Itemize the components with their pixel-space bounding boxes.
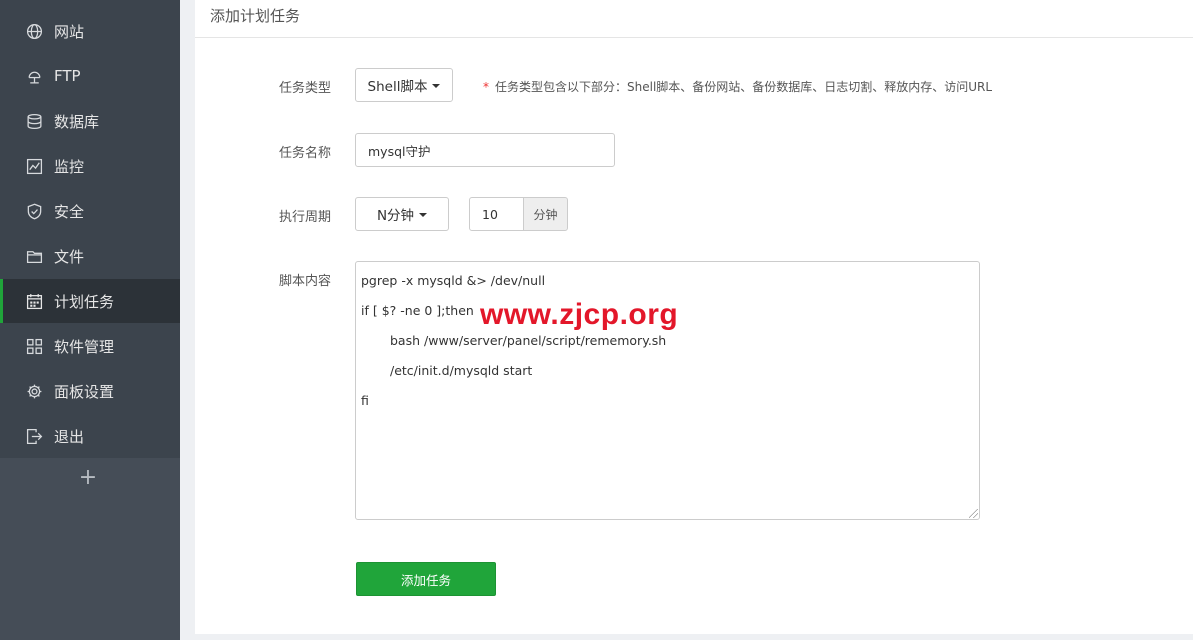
- script-line: bash /www/server/panel/script/rememory.s…: [390, 333, 667, 348]
- sidebar-item-label: 面板设置: [54, 382, 115, 401]
- script-label: 脚本内容: [279, 274, 332, 289]
- add-menu-button[interactable]: +: [78, 466, 98, 490]
- sidebar-item-label: 网站: [54, 22, 85, 41]
- caret-down-icon: [432, 84, 441, 88]
- task-name-input[interactable]: [355, 133, 615, 167]
- ftp-icon: [26, 68, 43, 85]
- period-mode-dropdown[interactable]: N分钟: [355, 197, 449, 231]
- task-type-hint: * 任务类型包含以下部分：Shell脚本、备份网站、备份数据库、日志切割、释放内存…: [483, 78, 992, 95]
- period-mode-value: N分钟: [376, 208, 415, 224]
- sidebar-item-label: FTP: [54, 67, 81, 85]
- folder-icon: [26, 248, 43, 265]
- task-name-label: 任务名称: [279, 146, 332, 161]
- period-minutes-input[interactable]: [469, 197, 524, 231]
- panel-header: 添加计划任务: [195, 0, 1193, 38]
- sidebar-item-label: 计划任务: [54, 292, 115, 311]
- sidebar-item-website[interactable]: 网站: [0, 9, 180, 53]
- script-line: pgrep -x mysqld &> /dev/null: [361, 273, 546, 288]
- task-type-value: Shell脚本: [367, 79, 428, 95]
- sidebar-item-files[interactable]: 文件: [0, 234, 180, 278]
- sidebar-item-label: 监控: [54, 157, 85, 176]
- database-icon: [26, 113, 43, 130]
- period-unit-addon: 分钟: [523, 197, 568, 231]
- task-type-label: 任务类型: [279, 81, 332, 96]
- globe-icon: [26, 23, 43, 40]
- gear-icon: [26, 383, 43, 400]
- page-title: 添加计划任务: [210, 7, 301, 25]
- grid-icon: [26, 338, 43, 355]
- sidebar-item-software[interactable]: 软件管理: [0, 324, 180, 368]
- sidebar-item-monitor[interactable]: 监控: [0, 144, 180, 188]
- logout-icon: [26, 428, 43, 445]
- main-panel: 添加计划任务 任务类型 Shell脚本 * 任务类型包含以下部分：Shell脚本、…: [195, 0, 1193, 634]
- sidebar-item-cron[interactable]: 计划任务: [0, 279, 180, 323]
- monitor-icon: [26, 158, 43, 175]
- sidebar-item-label: 文件: [54, 247, 85, 266]
- required-star: *: [483, 80, 489, 94]
- sidebar-item-label: 数据库: [54, 112, 100, 131]
- shield-icon: [26, 203, 43, 220]
- period-label: 执行周期: [279, 210, 332, 225]
- script-line: fi: [361, 393, 369, 408]
- sidebar-item-logout[interactable]: 退出: [0, 414, 180, 458]
- script-line: /etc/init.d/mysqld start: [390, 363, 533, 378]
- sidebar-item-label: 退出: [54, 427, 85, 446]
- add-task-button[interactable]: 添加任务: [356, 562, 496, 596]
- sidebar-item-security[interactable]: 安全: [0, 189, 180, 233]
- sidebar-item-settings[interactable]: 面板设置: [0, 369, 180, 413]
- caret-down-icon: [419, 213, 428, 217]
- task-type-hint-text: 任务类型包含以下部分：Shell脚本、备份网站、备份数据库、日志切割、释放内存、…: [495, 80, 993, 94]
- sidebar-item-label: 安全: [54, 202, 85, 221]
- watermark: www.zjcp.org: [480, 298, 679, 331]
- sidebar-item-ftp[interactable]: FTP: [0, 54, 180, 98]
- resize-handle-icon[interactable]: [969, 509, 978, 518]
- sidebar: 网站 FTP 数据库 监控 安全 文件 计划任务 软件管理 面板设置 退出 +: [0, 0, 180, 640]
- script-line: if [ $? -ne 0 ];then: [361, 303, 474, 318]
- sidebar-item-database[interactable]: 数据库: [0, 99, 180, 143]
- sidebar-item-label: 软件管理: [54, 337, 115, 356]
- calendar-icon: [26, 293, 43, 310]
- task-type-dropdown[interactable]: Shell脚本: [355, 68, 453, 102]
